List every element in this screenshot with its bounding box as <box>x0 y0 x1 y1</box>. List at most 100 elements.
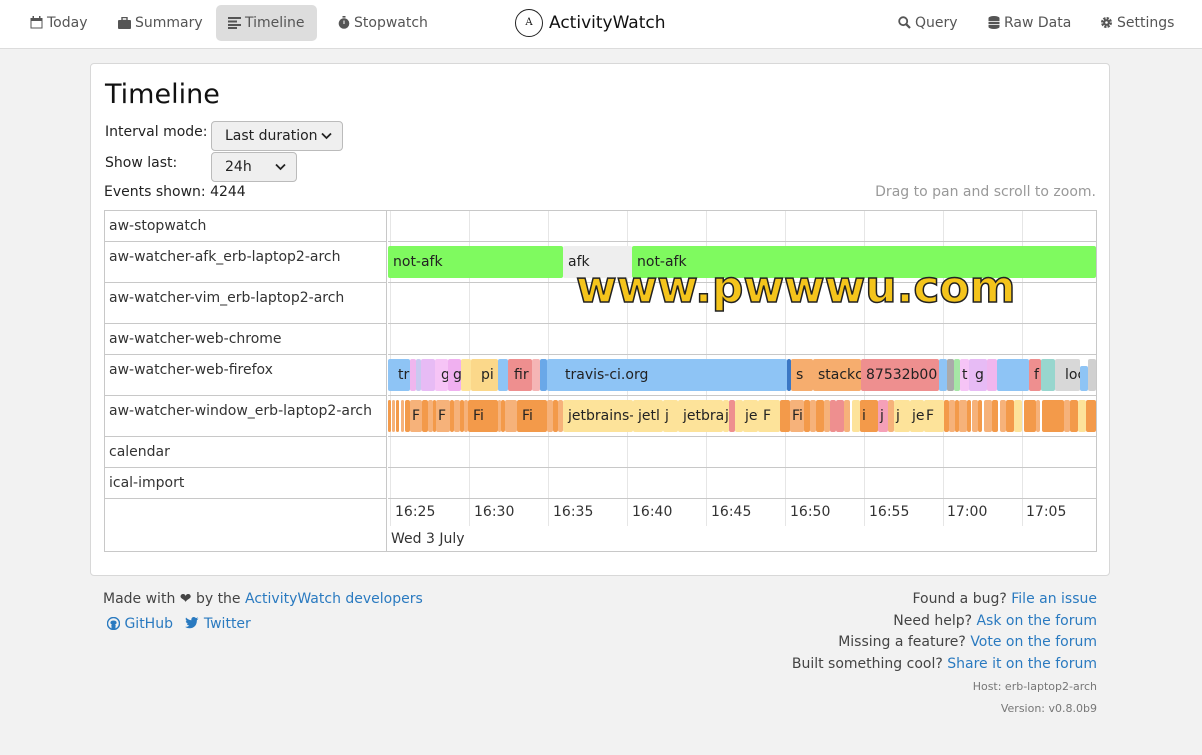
nav-stopwatch-label: Stopwatch <box>354 15 428 31</box>
window-event[interactable] <box>1086 400 1096 432</box>
window-event[interactable]: jet <box>743 400 758 432</box>
web-event[interactable]: tr <box>388 359 410 391</box>
web-event[interactable] <box>461 359 471 391</box>
window-event[interactable] <box>967 400 971 432</box>
web-event[interactable] <box>421 359 435 391</box>
window-event[interactable] <box>852 400 860 432</box>
nav-raw-data-label: Raw Data <box>1004 15 1072 31</box>
show-last-select[interactable]: 24h <box>211 152 297 182</box>
window-event[interactable] <box>401 400 404 432</box>
built-text: Built something cool? <box>791 656 943 672</box>
web-event[interactable] <box>532 359 540 391</box>
window-event[interactable] <box>1042 400 1064 432</box>
window-event[interactable] <box>816 400 824 432</box>
github-link[interactable]: GitHub <box>106 616 177 632</box>
web-event[interactable]: g <box>969 359 987 391</box>
window-event[interactable] <box>1078 400 1086 432</box>
web-event[interactable] <box>997 359 1029 391</box>
window-event[interactable] <box>1036 400 1040 432</box>
nav-query[interactable]: Query <box>886 5 970 41</box>
window-event[interactable]: j <box>894 400 910 432</box>
brand[interactable]: A ActivityWatch <box>515 8 666 38</box>
twitter-icon <box>185 617 199 629</box>
nav-summary-label: Summary <box>135 15 203 31</box>
window-event[interactable] <box>505 400 517 432</box>
nav-timeline[interactable]: Timeline <box>216 5 317 41</box>
brand-name: ActivityWatch <box>549 13 666 33</box>
twitter-link[interactable]: Twitter <box>185 616 251 632</box>
web-event[interactable]: loc <box>1055 359 1080 391</box>
window-event[interactable]: F <box>758 400 780 432</box>
web-event[interactable]: f <box>1029 359 1041 391</box>
window-event[interactable]: jetbra <box>678 400 723 432</box>
window-event[interactable]: F <box>410 400 422 432</box>
window-event[interactable] <box>1070 400 1078 432</box>
web-event[interactable]: 87532b00 <box>861 359 939 391</box>
github-icon <box>106 616 121 631</box>
row-label-web-chrome: aw-watcher-web-chrome <box>105 324 387 355</box>
window-event[interactable] <box>1006 400 1014 432</box>
afk-event[interactable]: not-afk <box>388 246 563 278</box>
window-event[interactable]: j <box>663 400 678 432</box>
nav-summary[interactable]: Summary <box>106 5 215 41</box>
timeline-card: Timeline Interval mode: Last duration Sh… <box>90 63 1110 576</box>
window-event[interactable] <box>836 400 844 432</box>
window-event[interactable] <box>978 400 982 432</box>
web-event[interactable] <box>540 359 547 391</box>
window-event[interactable] <box>959 400 967 432</box>
row-divider <box>388 395 1096 396</box>
window-event[interactable] <box>984 400 992 432</box>
show-last-label: Show last: <box>105 155 178 171</box>
watermark-text: www.pwwwu.com <box>575 261 1016 314</box>
nav-stopwatch[interactable]: Stopwatch <box>326 5 440 41</box>
row-divider <box>388 467 1096 468</box>
nav-today[interactable]: Today <box>18 5 100 41</box>
window-event[interactable] <box>992 400 998 432</box>
chevron-down-icon <box>321 132 332 140</box>
window-event[interactable] <box>1014 400 1022 432</box>
nav-settings[interactable]: Settings <box>1088 5 1186 41</box>
share-forum-link[interactable]: Share it on the forum <box>947 656 1097 672</box>
nav-raw-data[interactable]: Raw Data <box>976 5 1083 41</box>
web-event[interactable]: fir <box>508 359 532 391</box>
window-event[interactable] <box>392 400 395 432</box>
web-event[interactable] <box>498 359 508 391</box>
web-event[interactable] <box>1041 359 1055 391</box>
web-event[interactable] <box>1080 366 1088 391</box>
developers-link[interactable]: ActivityWatch developers <box>245 591 423 607</box>
web-event[interactable] <box>987 359 997 391</box>
window-event[interactable] <box>780 400 790 432</box>
made-with-text: Made with ❤ by the <box>103 591 241 607</box>
window-event[interactable] <box>844 400 850 432</box>
web-event[interactable]: pi <box>471 359 498 391</box>
calendar-icon <box>30 16 43 29</box>
web-event[interactable]: t <box>960 359 969 391</box>
window-event[interactable]: je <box>910 400 924 432</box>
web-event[interactable]: g <box>435 359 448 391</box>
window-event[interactable] <box>735 400 743 432</box>
window-event[interactable]: F <box>924 400 944 432</box>
window-event[interactable]: jetl <box>633 400 663 432</box>
web-event[interactable] <box>947 359 954 391</box>
window-event[interactable]: Fi <box>468 400 498 432</box>
window-event[interactable] <box>388 400 391 432</box>
web-event[interactable]: travis-ci.org <box>547 359 787 391</box>
window-event[interactable]: Fi <box>517 400 547 432</box>
window-event[interactable]: F <box>436 400 450 432</box>
ask-forum-link[interactable]: Ask on the forum <box>976 613 1097 629</box>
file-issue-link[interactable]: File an issue <box>1011 591 1097 607</box>
window-event[interactable]: i <box>860 400 878 432</box>
web-event[interactable]: stackc <box>813 359 861 391</box>
web-event[interactable]: s <box>791 359 813 391</box>
web-event[interactable] <box>939 359 947 391</box>
interval-mode-select[interactable]: Last duration <box>211 121 343 151</box>
web-event[interactable]: g <box>448 359 461 391</box>
window-event[interactable]: j <box>878 400 888 432</box>
window-event[interactable]: Fir <box>790 400 804 432</box>
row-label-vim: aw-watcher-vim_erb-laptop2-arch <box>105 283 387 324</box>
window-event[interactable] <box>396 400 399 432</box>
vote-forum-link[interactable]: Vote on the forum <box>970 634 1097 650</box>
window-event[interactable]: jetbrains- <box>563 400 633 432</box>
web-event[interactable] <box>1088 359 1096 391</box>
window-event[interactable] <box>1024 400 1036 432</box>
